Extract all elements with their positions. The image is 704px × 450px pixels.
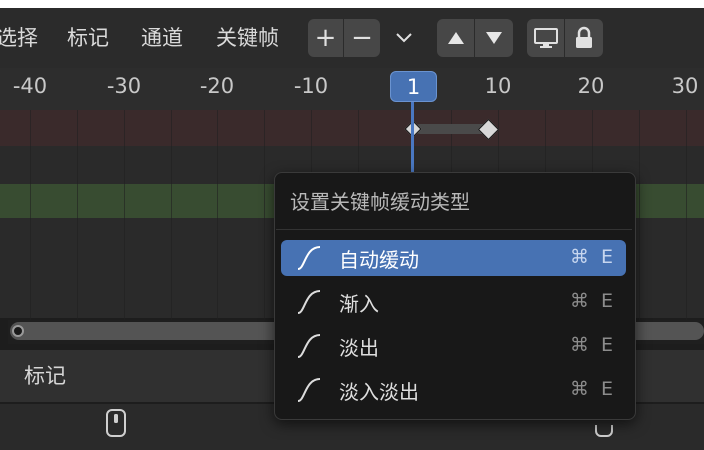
- menu-select[interactable]: 选择: [0, 21, 38, 55]
- ease-curve-icon: [297, 378, 321, 402]
- menu-marker[interactable]: 标记: [67, 21, 109, 55]
- marker-region-label: 标记: [24, 364, 66, 388]
- menu-item-ease-in[interactable]: 渐入 ⌘ E: [281, 284, 626, 320]
- chevron-down-icon: [396, 33, 412, 43]
- plus-icon: +: [314, 23, 337, 53]
- window-top-edge: [0, 0, 704, 8]
- dopesheet-header: 选择 标记 通道 关键帧 + −: [0, 8, 704, 68]
- mouse-left-icon: [106, 409, 126, 437]
- triangle-up-icon: [447, 32, 464, 44]
- remove-action-button[interactable]: −: [344, 19, 380, 57]
- menu-item-shortcut: ⌘ E: [569, 378, 616, 400]
- monitor-icon: [533, 28, 558, 48]
- grid-line: [171, 110, 172, 320]
- menu-item-auto-easing[interactable]: 自动缓动 ⌘ E: [281, 240, 626, 276]
- popup-divider: [276, 229, 632, 230]
- grid-line: [264, 110, 265, 320]
- menu-item-shortcut: ⌘ E: [569, 246, 616, 268]
- menu-item-shortcut: ⌘ E: [569, 290, 616, 312]
- view-group: [527, 19, 603, 57]
- triangle-down-icon: [486, 32, 502, 44]
- menu-item-ease-out[interactable]: 淡出 ⌘ E: [281, 328, 626, 364]
- ease-curve-icon: [297, 334, 321, 358]
- ruler-tick: 10: [484, 74, 512, 98]
- menu-keyframe[interactable]: 关键帧: [216, 21, 279, 55]
- lock-toggle-button[interactable]: [565, 19, 603, 57]
- ruler-tick: -40: [12, 74, 48, 98]
- menu-item-label: 淡入淡出: [339, 380, 419, 404]
- grid-line: [124, 110, 125, 320]
- menu-item-label: 淡出: [339, 336, 379, 360]
- playhead-line[interactable]: [411, 101, 414, 181]
- ruler-tick: 20: [577, 74, 605, 98]
- ease-curve-icon: [297, 290, 321, 314]
- menu-item-ease-in-out[interactable]: 淡入淡出 ⌘ E: [281, 372, 626, 408]
- push-group: [437, 19, 513, 57]
- push-up-button[interactable]: [437, 19, 475, 57]
- action-dropdown-button[interactable]: [384, 19, 424, 57]
- ruler-tick: 30: [671, 74, 699, 98]
- channel-row-object[interactable]: [0, 110, 704, 146]
- action-button-group: + −: [308, 19, 380, 57]
- menu-item-label: 自动缓动: [339, 248, 419, 272]
- menu-item-shortcut: ⌘ E: [569, 334, 616, 356]
- popup-title: 设置关键帧缓动类型: [290, 190, 470, 214]
- lock-icon: [576, 26, 592, 48]
- frame-ruler[interactable]: -40 -30 -20 -10 10 20 30: [0, 68, 704, 110]
- grid-line: [686, 110, 687, 320]
- minus-icon: −: [351, 23, 373, 53]
- ruler-tick: -20: [199, 74, 235, 98]
- ruler-tick: -30: [106, 74, 142, 98]
- current-frame-indicator[interactable]: 1: [390, 71, 437, 102]
- grid-line: [217, 110, 218, 320]
- ease-curve-icon: [297, 246, 321, 270]
- push-down-button[interactable]: [475, 19, 513, 57]
- grid-line: [30, 110, 31, 320]
- menu-channel[interactable]: 通道: [141, 21, 183, 55]
- grid-line: [77, 110, 78, 320]
- dropdown-group: [384, 19, 424, 57]
- menu-item-label: 渐入: [339, 292, 379, 316]
- add-action-button[interactable]: +: [308, 19, 344, 57]
- ruler-tick: -10: [293, 74, 329, 98]
- display-toggle-button[interactable]: [527, 19, 565, 57]
- grid-line: [639, 110, 640, 320]
- scrollbar-handle[interactable]: [12, 325, 24, 337]
